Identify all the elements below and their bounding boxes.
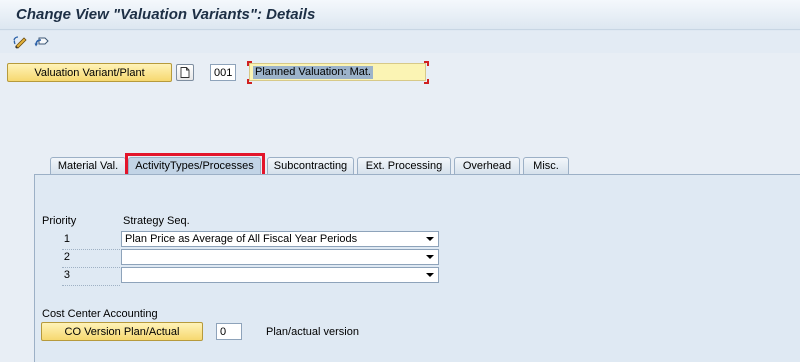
document-icon[interactable] (176, 64, 194, 81)
row-separator (62, 249, 120, 250)
strategy-dropdown-1[interactable]: Plan Price as Average of All Fiscal Year… (121, 231, 439, 247)
row-separator (62, 285, 120, 286)
priority-3: 3 (63, 269, 70, 281)
strategy-dropdown-2[interactable] (121, 249, 439, 265)
tab-overhead[interactable]: Overhead (454, 157, 520, 174)
tab-ext-processing[interactable]: Ext. Processing (357, 157, 451, 174)
dropdown-arrow-icon (426, 273, 434, 277)
strategy-seq-label: Strategy Seq. (123, 215, 190, 227)
title-bar: Change View "Valuation Variants": Detail… (0, 0, 800, 30)
focus-corner-mark (424, 79, 429, 84)
priority-label: Priority (42, 215, 77, 227)
variant-description-text: Planned Valuation: Mat. (253, 66, 373, 79)
priority-1: 1 (63, 233, 70, 245)
tab-material-val[interactable]: Material Val. (50, 157, 126, 174)
co-version-plan-actual-button[interactable]: CO Version Plan/Actual (41, 322, 203, 341)
dropdown-arrow-icon (426, 237, 434, 241)
strategy-dropdown-3[interactable] (121, 267, 439, 283)
co-version-field[interactable]: 0 (216, 323, 242, 340)
dropdown-arrow-icon (426, 255, 434, 259)
window-title: Change View "Valuation Variants": Detail… (16, 6, 316, 23)
application-toolbar (0, 31, 800, 53)
undo-icon[interactable] (33, 33, 51, 51)
priority-2: 2 (63, 251, 70, 263)
edit-pencil-icon[interactable] (12, 33, 30, 51)
focus-corner-mark (247, 79, 252, 84)
row-separator (62, 267, 120, 268)
cost-center-accounting-label: Cost Center Accounting (42, 308, 158, 320)
focus-corner-mark (247, 61, 252, 66)
tab-subcontracting[interactable]: Subcontracting (267, 157, 354, 174)
plan-actual-version-text: Plan/actual version (266, 326, 359, 338)
variant-description-field[interactable]: Planned Valuation: Mat. (249, 63, 426, 81)
focus-corner-mark (424, 61, 429, 66)
valuation-variant-plant-button[interactable]: Valuation Variant/Plant (7, 63, 172, 82)
tab-misc[interactable]: Misc. (523, 157, 569, 174)
valuation-variant-field[interactable]: 001 (210, 64, 236, 81)
strategy-dropdown-1-value: Plan Price as Average of All Fiscal Year… (125, 233, 358, 245)
